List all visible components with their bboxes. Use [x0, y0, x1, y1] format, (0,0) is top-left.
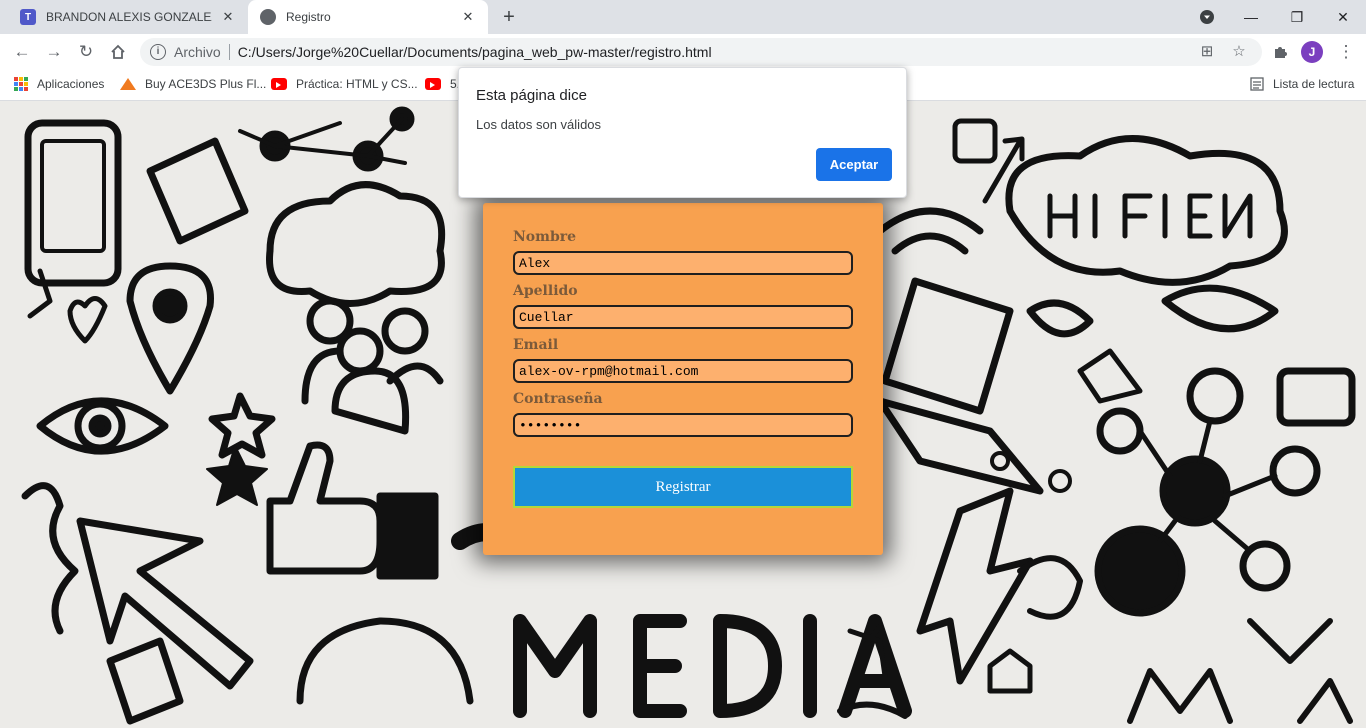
- nombre-input[interactable]: Alex: [513, 251, 853, 275]
- arrow-right-icon: →: [45, 42, 63, 61]
- bookmark-practica[interactable]: Práctica: HTML y CS...: [271, 77, 418, 91]
- email-input[interactable]: alex-ov-rpm@hotmail.com: [513, 359, 853, 383]
- password-label: Contraseña: [513, 391, 603, 407]
- tab-search-icon: [1200, 10, 1214, 24]
- bookmark-apps[interactable]: Aplicaciones: [14, 77, 104, 91]
- forward-button[interactable]: →: [40, 38, 68, 66]
- bookmark-youtube-2[interactable]: 5.: [425, 77, 460, 91]
- reading-list-label: Lista de lectura: [1273, 77, 1355, 91]
- registrar-button[interactable]: Registrar: [513, 466, 853, 508]
- tab-search-button[interactable]: [1184, 0, 1230, 34]
- tab-teams[interactable]: T BRANDON ALEXIS GONZALEZ R ✕: [8, 0, 248, 34]
- browser-toolbar: ← → ↻ i Archivo C:/Users/Jorge%20Cuellar…: [0, 34, 1366, 70]
- youtube-icon: [271, 78, 287, 90]
- new-tab-button[interactable]: +: [497, 6, 521, 30]
- address-bar[interactable]: i Archivo C:/Users/Jorge%20Cuellar/Docum…: [140, 38, 1262, 66]
- tab-title: Registro: [286, 10, 331, 24]
- puzzle-icon: [1275, 47, 1287, 58]
- address-divider: [228, 44, 230, 60]
- extensions-button[interactable]: [1266, 38, 1294, 66]
- apps-grid-icon: [14, 77, 28, 91]
- reading-list-icon: [1250, 77, 1264, 91]
- bookmark-ace3ds[interactable]: Buy ACE3DS Plus Fl...: [120, 77, 266, 91]
- ace-logo-icon: [120, 78, 136, 90]
- apellido-input[interactable]: Cuellar: [513, 305, 853, 329]
- bookmark-label: Aplicaciones: [37, 77, 105, 91]
- dialog-message: Los datos son válidos: [476, 117, 602, 132]
- home-button[interactable]: [104, 38, 132, 66]
- aceptar-button[interactable]: Aceptar: [816, 148, 892, 181]
- tab-title: BRANDON ALEXIS GONZALEZ R: [46, 10, 212, 24]
- address-scheme: Archivo: [174, 44, 221, 60]
- alert-dialog: Esta página dice Los datos son válidos A…: [458, 67, 907, 198]
- tab-strip: T BRANDON ALEXIS GONZALEZ R ✕ Registro ✕…: [0, 0, 1366, 34]
- info-icon[interactable]: i: [150, 44, 166, 60]
- close-window-button[interactable]: ✕: [1320, 0, 1366, 34]
- back-button[interactable]: ←: [8, 38, 36, 66]
- reload-button[interactable]: ↻: [72, 38, 100, 66]
- close-tab-icon[interactable]: ✕: [220, 9, 236, 25]
- dialog-title: Esta página dice: [476, 87, 587, 104]
- apellido-label: Apellido: [513, 283, 578, 299]
- registration-form: Nombre Alex Apellido Cuellar Email alex-…: [483, 203, 883, 555]
- close-tab-icon[interactable]: ✕: [460, 9, 476, 25]
- profile-avatar[interactable]: J: [1301, 41, 1323, 63]
- bookmark-star-icon[interactable]: ☆: [1230, 43, 1248, 61]
- youtube-icon: [425, 78, 441, 90]
- restore-button[interactable]: ❐: [1274, 0, 1320, 34]
- globe-icon: [260, 9, 276, 25]
- minimize-button[interactable]: —: [1228, 0, 1274, 34]
- tab-registro[interactable]: Registro ✕: [248, 0, 488, 34]
- reload-icon: ↻: [78, 42, 94, 61]
- bookmark-label: Práctica: HTML y CS...: [296, 77, 418, 91]
- translate-icon[interactable]: ⊞: [1198, 43, 1216, 61]
- email-label: Email: [513, 337, 559, 353]
- home-icon: [111, 44, 125, 59]
- address-url[interactable]: C:/Users/Jorge%20Cuellar/Documents/pagin…: [238, 44, 712, 60]
- reading-list-button[interactable]: Lista de lectura: [1250, 77, 1354, 91]
- password-input[interactable]: ••••••••: [513, 413, 853, 437]
- bookmark-label: Buy ACE3DS Plus Fl...: [145, 77, 267, 91]
- arrow-left-icon: ←: [13, 42, 31, 61]
- nombre-label: Nombre: [513, 229, 577, 245]
- menu-button[interactable]: ⋮: [1332, 38, 1360, 66]
- teams-icon: T: [20, 9, 36, 25]
- more-vert-icon: ⋮: [1337, 42, 1355, 61]
